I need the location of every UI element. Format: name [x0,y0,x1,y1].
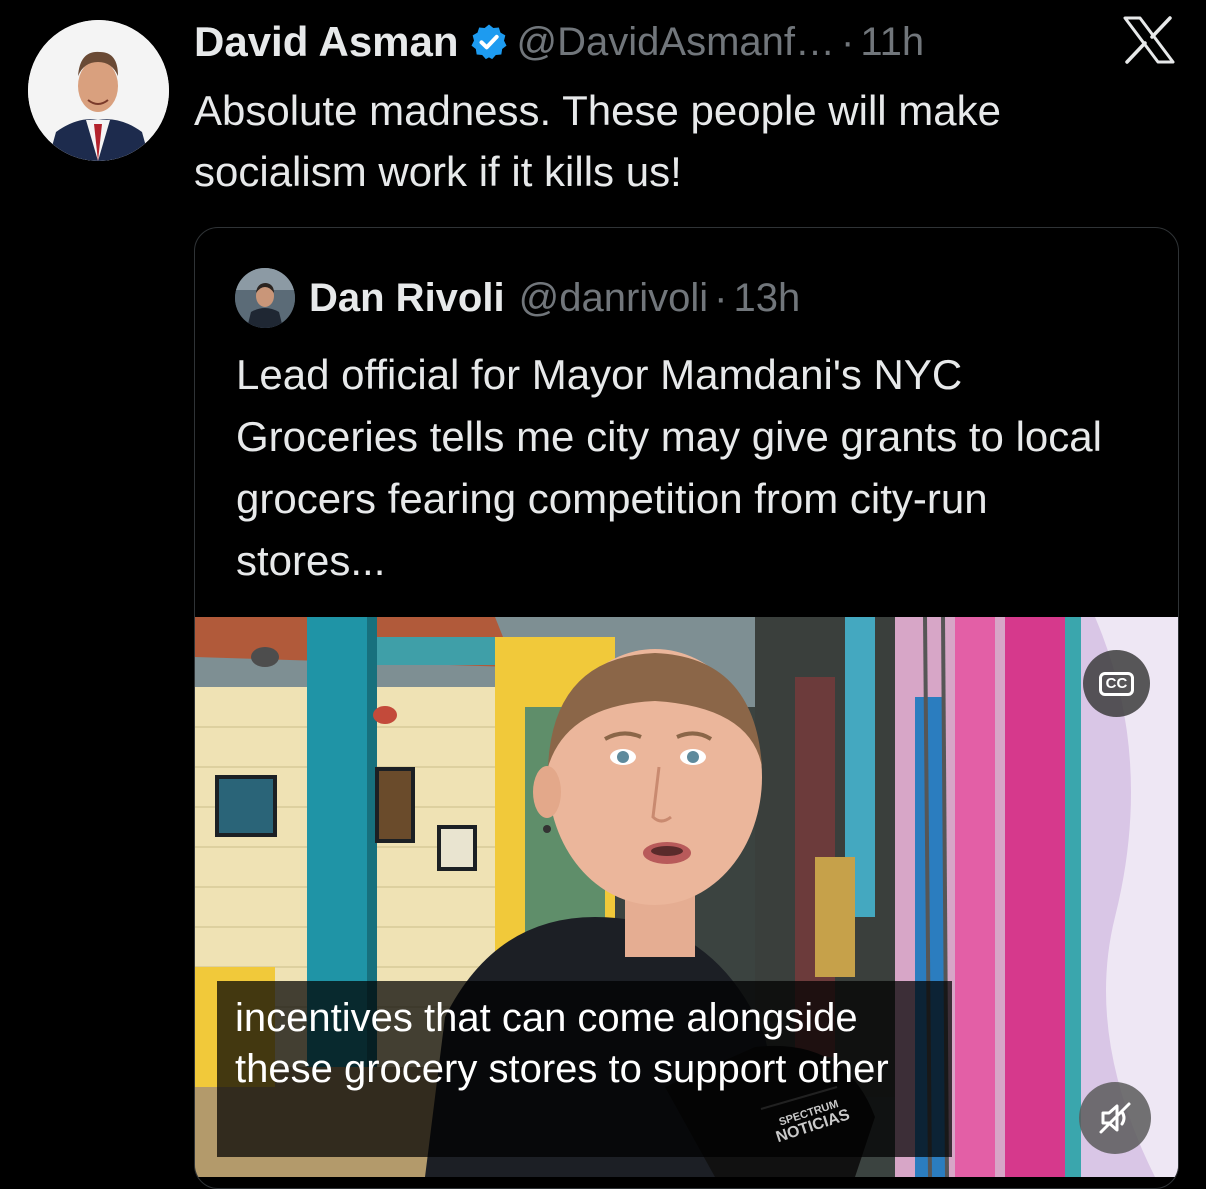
muted-speaker-icon [1099,1102,1131,1134]
cc-label: CC [1098,671,1135,696]
quoted-author-avatar[interactable] [235,268,295,328]
verified-badge-icon [471,24,507,60]
quoted-author-avatar-image [235,268,295,328]
quoted-tweet-card[interactable]: Dan Rivoli @danrivoli · 13h Lead officia… [194,227,1179,1189]
author-name[interactable]: David Asman [194,18,459,66]
separator-dot: · [841,19,855,64]
captions-button[interactable]: CC [1083,650,1150,717]
author-avatar[interactable] [28,20,169,161]
mute-button[interactable] [1079,1082,1151,1154]
quoted-author-handle[interactable]: @danrivoli [519,276,709,321]
video-player[interactable]: CC incentives that can come alongside th… [195,617,1178,1177]
x-logo-icon [1123,16,1175,64]
author-handle[interactable]: @DavidAsmanf… [517,20,835,65]
quoted-author-name[interactable]: Dan Rivoli [309,276,505,321]
quoted-tweet-text: Lead official for Mayor Mamdani's NYC Gr… [236,351,1102,584]
tweet-text: Absolute madness. These people will make… [194,87,1002,195]
video-caption-text: incentives that can come alongside these… [235,996,889,1091]
video-caption: incentives that can come alongside these… [217,981,952,1157]
quoted-separator-dot: · [714,275,728,320]
tweet-header: David Asman @DavidAsmanf… · 11h [194,14,924,70]
quoted-timestamp[interactable]: 13h [734,276,801,321]
author-avatar-image [28,20,169,161]
tweet-timestamp[interactable]: 11h [860,20,924,65]
quoted-tweet-header: Dan Rivoli @danrivoli · 13h [235,268,801,328]
